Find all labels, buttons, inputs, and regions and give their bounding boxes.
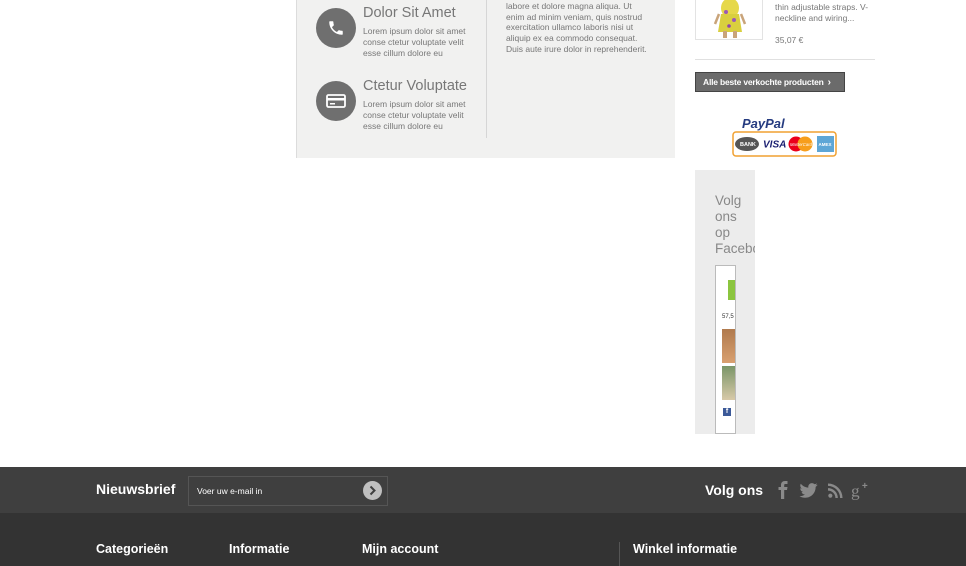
rss-icon[interactable] [825, 480, 845, 500]
info-item-desc: Lorem ipsum dolor sit amet conse ctetur … [363, 26, 466, 58]
footer-heading-categories[interactable]: Categorieën [96, 542, 168, 556]
facebook-icon: f [723, 408, 731, 416]
footer-newsletter-bar: Nieuwsbrief Voer uw e-mail in Volg ons g… [0, 467, 966, 513]
info-item-title: Dolor Sit Amet [363, 5, 456, 21]
newsletter-email-input[interactable]: Voer uw e-mail in [188, 476, 388, 506]
product-price: 35,07 € [775, 35, 804, 45]
divider [486, 0, 487, 138]
card-visa: VISA [763, 140, 786, 151]
facebook-block: Volg ons op Facebook 57,5 f [695, 170, 755, 434]
card-bank: BANK [740, 142, 756, 148]
info-text: labore et dolore magna aliqua. Ut enim a… [506, 1, 647, 54]
card-mastercard: MasterCard [790, 142, 813, 147]
svg-text:g: g [851, 481, 860, 500]
custom-info-block: Dolor Sit Amet Lorem ipsum dolor sit ame… [296, 0, 675, 158]
page: Dolor Sit Amet Lorem ipsum dolor sit ame… [0, 0, 966, 566]
google-plus-icon[interactable]: g + [851, 480, 871, 500]
footer-heading-store-info: Winkel informatie [633, 542, 738, 556]
paypal-wordmark: PayPal [742, 116, 785, 131]
chevron-right-icon [369, 485, 376, 496]
footer-heading-information[interactable]: Informatie [229, 542, 289, 556]
footer-heading-my-account[interactable]: Mijn account [362, 542, 438, 556]
fan-avatar [722, 329, 735, 363]
product-image[interactable] [695, 0, 763, 40]
chevron-right-icon: › [827, 76, 831, 88]
info-item-title: Ctetur Voluptate [363, 78, 467, 94]
svg-text:+: + [862, 481, 868, 492]
newsletter-label: Nieuwsbrief [96, 481, 176, 497]
newsletter-submit-button[interactable] [363, 481, 382, 500]
twitter-icon[interactable] [798, 480, 818, 500]
footer-main: Categorieën Informatie Mijn account Wink… [0, 513, 966, 566]
follow-us-label: Volg ons [705, 482, 764, 498]
credit-card-icon [316, 81, 356, 121]
divider [695, 59, 875, 60]
likes-count: 57,5 [722, 314, 734, 320]
facebook-like-box[interactable]: 57,5 f [715, 265, 736, 434]
card-amex: AMEX [819, 142, 832, 147]
facebook-icon[interactable] [773, 480, 793, 500]
divider [619, 542, 620, 566]
paypal-logo: PayPal BANK VISA MasterCard AMEX [732, 114, 837, 158]
button-label: Alle beste verkochte producten [703, 77, 824, 87]
page-cover [728, 280, 735, 300]
product-description: thin adjustable straps. V-neckline and w… [775, 2, 869, 23]
newsletter-placeholder: Voer uw e-mail in [197, 486, 263, 496]
phone-icon [316, 8, 356, 48]
fan-avatar [722, 366, 735, 400]
facebook-title: Volg ons op Facebook [715, 193, 755, 256]
all-bestsellers-button[interactable]: Alle beste verkochte producten › [695, 72, 845, 92]
info-item-desc: Lorem ipsum dolor sit amet conse ctetur … [363, 99, 466, 131]
